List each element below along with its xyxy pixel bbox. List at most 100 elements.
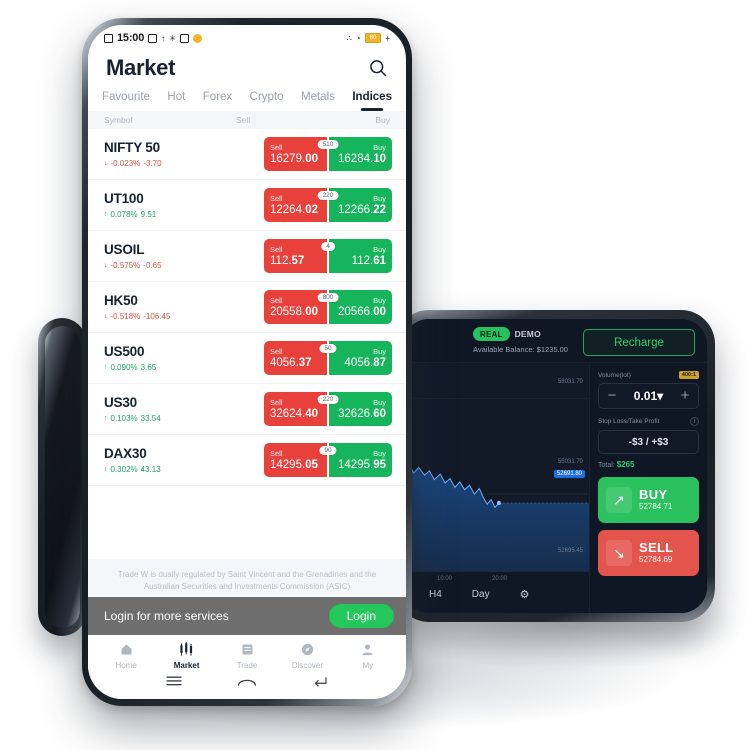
leverage-badge: 400:1 bbox=[678, 371, 699, 379]
location-icon: ↑ bbox=[161, 33, 166, 43]
notification-dot-icon bbox=[192, 33, 202, 43]
recharge-button[interactable]: Recharge bbox=[583, 329, 695, 356]
volume-value[interactable]: 0.01▾ bbox=[625, 389, 672, 403]
spread-badge: 50 bbox=[319, 344, 337, 353]
buy-price-int: 14295. bbox=[338, 459, 374, 471]
sell-quote-button[interactable]: Sell 14295.05 bbox=[264, 443, 327, 477]
change-absolute: -0.65 bbox=[143, 261, 162, 270]
table-row[interactable]: DAX30 ↑ 0.302% 43.13 Sell 14295.05 90 Buy 14295.… bbox=[88, 435, 406, 486]
buy-price-int: 4056. bbox=[344, 357, 374, 369]
buy-quote-label: Buy bbox=[373, 449, 386, 458]
buy-price-frac: 00 bbox=[373, 306, 386, 318]
change-cell: ↑ 0.078% 9.51 bbox=[104, 210, 264, 219]
buy-quote-button[interactable]: Buy 32626.60 bbox=[329, 392, 392, 426]
period-day-button[interactable]: Day bbox=[472, 589, 490, 600]
nav-item-market[interactable]: Market bbox=[156, 641, 216, 670]
table-row[interactable]: HK50 ↓ -0.518% -106.45 Sell 20558.00 800 Buy 205… bbox=[88, 282, 406, 333]
timeframe-h4-button[interactable]: H4 bbox=[429, 589, 442, 600]
buy-quote-button[interactable]: Buy 16284.10 bbox=[329, 137, 392, 171]
tab-indices[interactable]: Indices bbox=[352, 91, 392, 111]
app-bar: Market bbox=[88, 51, 406, 87]
home-icon bbox=[119, 641, 134, 658]
volume-row: Volume(lot) 400:1 bbox=[598, 371, 699, 379]
buy-quote-label: Buy bbox=[373, 245, 386, 254]
nav-item-discover[interactable]: Discover bbox=[277, 641, 337, 670]
table-row[interactable]: USOIL ↓ -0.575% -0.65 Sell 112.57 4 Buy 112.61 bbox=[88, 231, 406, 282]
arrow-up-icon: ↑ bbox=[104, 364, 108, 371]
tab-crypto[interactable]: Crypto bbox=[250, 91, 284, 111]
market-candles-icon bbox=[178, 641, 195, 658]
nav-item-home[interactable]: Home bbox=[96, 641, 156, 670]
login-banner-text: Login for more services bbox=[104, 609, 229, 623]
sell-quote-label: Sell bbox=[270, 194, 283, 203]
symbol-cell: NIFTY 50 ↓ -0.023% -3.70 bbox=[104, 140, 264, 168]
demo-account-label[interactable]: DEMO bbox=[515, 329, 541, 339]
buy-button[interactable]: ↗ BUY 52784.71 bbox=[598, 477, 699, 523]
buy-quote-button[interactable]: Buy 20566.00 bbox=[329, 290, 392, 324]
home-button-icon[interactable] bbox=[237, 674, 257, 693]
stoploss-takeprofit-value[interactable]: -$3 / +$3 bbox=[598, 430, 699, 454]
recent-apps-icon[interactable] bbox=[165, 674, 183, 693]
buy-quote-button[interactable]: Buy 112.61 bbox=[329, 239, 392, 273]
change-cell: ↑ 0.302% 43.13 bbox=[104, 465, 264, 474]
buy-quote-button[interactable]: Buy 14295.95 bbox=[329, 443, 392, 477]
info-icon[interactable]: i bbox=[690, 417, 699, 426]
market-screen: 15:00 ↑ ✳ ∴ ◔ 80 + Market Favourite Hot … bbox=[88, 25, 406, 699]
column-header-symbol: Symbol bbox=[104, 115, 133, 125]
change-percent: 0.078% bbox=[110, 210, 138, 219]
login-banner[interactable]: Login for more services Login bbox=[88, 597, 406, 635]
change-percent: -0.575% bbox=[110, 261, 141, 270]
buy-quote-button[interactable]: Buy 4056.87 bbox=[329, 341, 392, 375]
symbol-name: US30 bbox=[104, 395, 137, 410]
account-mode-toggle[interactable]: REAL DEMO bbox=[473, 327, 541, 341]
sell-quote-price: 32624.40 bbox=[270, 408, 318, 420]
change-absolute: 33.54 bbox=[140, 414, 161, 423]
chart-time-axis: 10:00 20:00 bbox=[403, 572, 589, 582]
background-phone-left bbox=[38, 318, 86, 636]
table-row[interactable]: US500 ↑ 0.090% 3.65 Sell 4056.37 50 Buy 4056.87 bbox=[88, 333, 406, 384]
sell-quote-label: Sell bbox=[270, 245, 283, 254]
nav-item-my[interactable]: My bbox=[338, 641, 398, 670]
sell-quote-button[interactable]: Sell 112.57 bbox=[264, 239, 327, 273]
tab-hot[interactable]: Hot bbox=[167, 91, 185, 111]
chart-settings-icon[interactable]: ⚙ bbox=[520, 588, 530, 601]
back-button-icon[interactable] bbox=[311, 674, 329, 693]
trade-screen-topbar: REAL DEMO Available Balance: $1235.00 Re… bbox=[403, 319, 707, 363]
tab-favourite[interactable]: Favourite bbox=[102, 91, 150, 111]
volume-stepper[interactable]: − 0.01▾ + bbox=[598, 383, 699, 409]
table-row[interactable]: NIFTY 50 ↓ -0.023% -3.70 Sell 16279.00 510 Buy 1… bbox=[88, 129, 406, 180]
buy-quote-button[interactable]: Buy 12266.22 bbox=[329, 188, 392, 222]
change-percent: -0.023% bbox=[110, 159, 141, 168]
regulatory-disclaimer: Trade W is dually regulated by Saint Vin… bbox=[88, 559, 406, 597]
change-cell: ↓ -0.518% -106.45 bbox=[104, 312, 264, 321]
quote-cell: Sell 32624.40 220 Buy 32626.60 bbox=[264, 392, 392, 426]
sell-price-frac: 57 bbox=[291, 255, 305, 267]
market-list[interactable]: NIFTY 50 ↓ -0.023% -3.70 Sell 16279.00 510 Buy 1… bbox=[88, 129, 406, 559]
buy-price: 52784.71 bbox=[639, 501, 673, 511]
sell-quote-button[interactable]: Sell 4056.37 bbox=[264, 341, 327, 375]
search-icon[interactable] bbox=[368, 58, 388, 78]
sell-button-text: SELL 52784.69 bbox=[639, 541, 673, 564]
sell-button[interactable]: ↘ SELL 52784.69 bbox=[598, 530, 699, 576]
tab-metals[interactable]: Metals bbox=[301, 91, 335, 111]
charging-icon: + bbox=[385, 33, 390, 43]
sell-price-frac: 02 bbox=[305, 204, 318, 216]
price-chart[interactable]: 58031.70 55031.70 52691.80 52695.45 10:0… bbox=[403, 363, 589, 613]
spread-badge: 510 bbox=[317, 140, 339, 149]
status-bar-left: 15:00 ↑ ✳ bbox=[104, 32, 202, 44]
tab-forex[interactable]: Forex bbox=[203, 91, 232, 111]
login-button[interactable]: Login bbox=[328, 604, 394, 628]
buy-quote-price: 20566.00 bbox=[338, 306, 386, 318]
symbol-name: DAX30 bbox=[104, 446, 147, 461]
real-account-pill[interactable]: REAL bbox=[473, 327, 510, 341]
symbol-name: NIFTY 50 bbox=[104, 140, 160, 155]
chart-time-label: 10:00 bbox=[437, 576, 453, 582]
table-row[interactable]: UT100 ↑ 0.078% 9.51 Sell 12264.02 220 Buy 12266.… bbox=[88, 180, 406, 231]
change-cell: ↓ -0.023% -3.70 bbox=[104, 159, 264, 168]
symbol-cell: HK50 ↓ -0.518% -106.45 bbox=[104, 293, 264, 321]
volume-increase-button[interactable]: + bbox=[672, 384, 698, 408]
table-row[interactable]: US30 ↑ 0.103% 33.54 Sell 32624.40 220 Buy 32626.… bbox=[88, 384, 406, 435]
nav-item-trade[interactable]: Trade bbox=[217, 641, 277, 670]
volume-decrease-button[interactable]: − bbox=[599, 384, 625, 408]
nav-label-home: Home bbox=[115, 661, 137, 670]
